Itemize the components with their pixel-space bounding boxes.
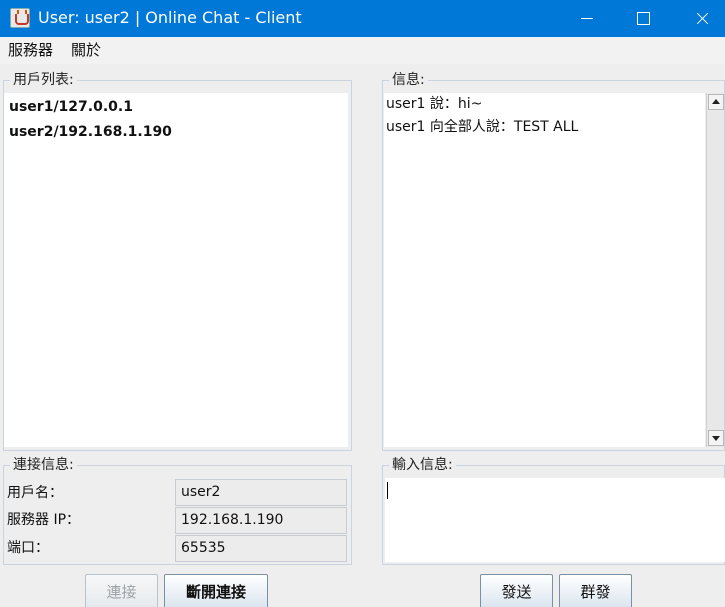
send-button[interactable]: 發送 — [480, 574, 553, 607]
group-send-button[interactable]: 群發 — [559, 574, 632, 607]
server-ip-label: 服務器 IP： — [7, 512, 81, 528]
text-caret — [387, 482, 388, 499]
title-bar[interactable]: User: user2 | Online Chat - Client — [0, 0, 725, 37]
user-list-title: 用戶列表: — [10, 72, 77, 88]
menu-about[interactable]: 關於 — [71, 42, 101, 59]
minimize-button[interactable] — [564, 0, 610, 37]
disconnect-button[interactable]: 斷開連接 — [164, 574, 268, 607]
message-input[interactable] — [385, 478, 725, 562]
scroll-down-icon[interactable] — [708, 430, 724, 446]
scroll-up-icon[interactable] — [708, 94, 724, 110]
window-title: User: user2 | Online Chat - Client — [38, 8, 302, 27]
user-list[interactable]: user1/127.0.0.1 user2/192.168.1.190 — [4, 93, 348, 447]
username-label: 用戶名： — [7, 485, 63, 501]
maximize-button[interactable] — [620, 0, 666, 37]
close-button[interactable] — [679, 0, 725, 37]
user-list-item[interactable]: user2/192.168.1.190 — [9, 124, 172, 141]
connection-info-title: 連接信息: — [10, 457, 77, 473]
messages-title: 信息: — [389, 72, 428, 88]
input-title: 輸入信息: — [389, 457, 456, 473]
port-label: 端口： — [7, 540, 49, 556]
server-ip-field[interactable]: 192.168.1.190 — [175, 507, 347, 534]
menu-bar: 服務器 關於 — [0, 37, 725, 64]
connect-button[interactable]: 連接 — [85, 574, 158, 607]
message-line: user1 說：hi~ — [386, 96, 483, 112]
menu-server[interactable]: 服務器 — [8, 42, 53, 59]
message-scrollbar[interactable] — [706, 93, 724, 447]
user-list-item[interactable]: user1/127.0.0.1 — [9, 99, 133, 116]
java-cup-icon — [10, 8, 30, 28]
message-line: user1 向全部人說：TEST ALL — [386, 119, 579, 135]
message-log[interactable]: user1 說：hi~ user1 向全部人說：TEST ALL — [384, 93, 705, 447]
port-field[interactable]: 65535 — [175, 535, 347, 562]
username-field[interactable]: user2 — [175, 479, 347, 506]
